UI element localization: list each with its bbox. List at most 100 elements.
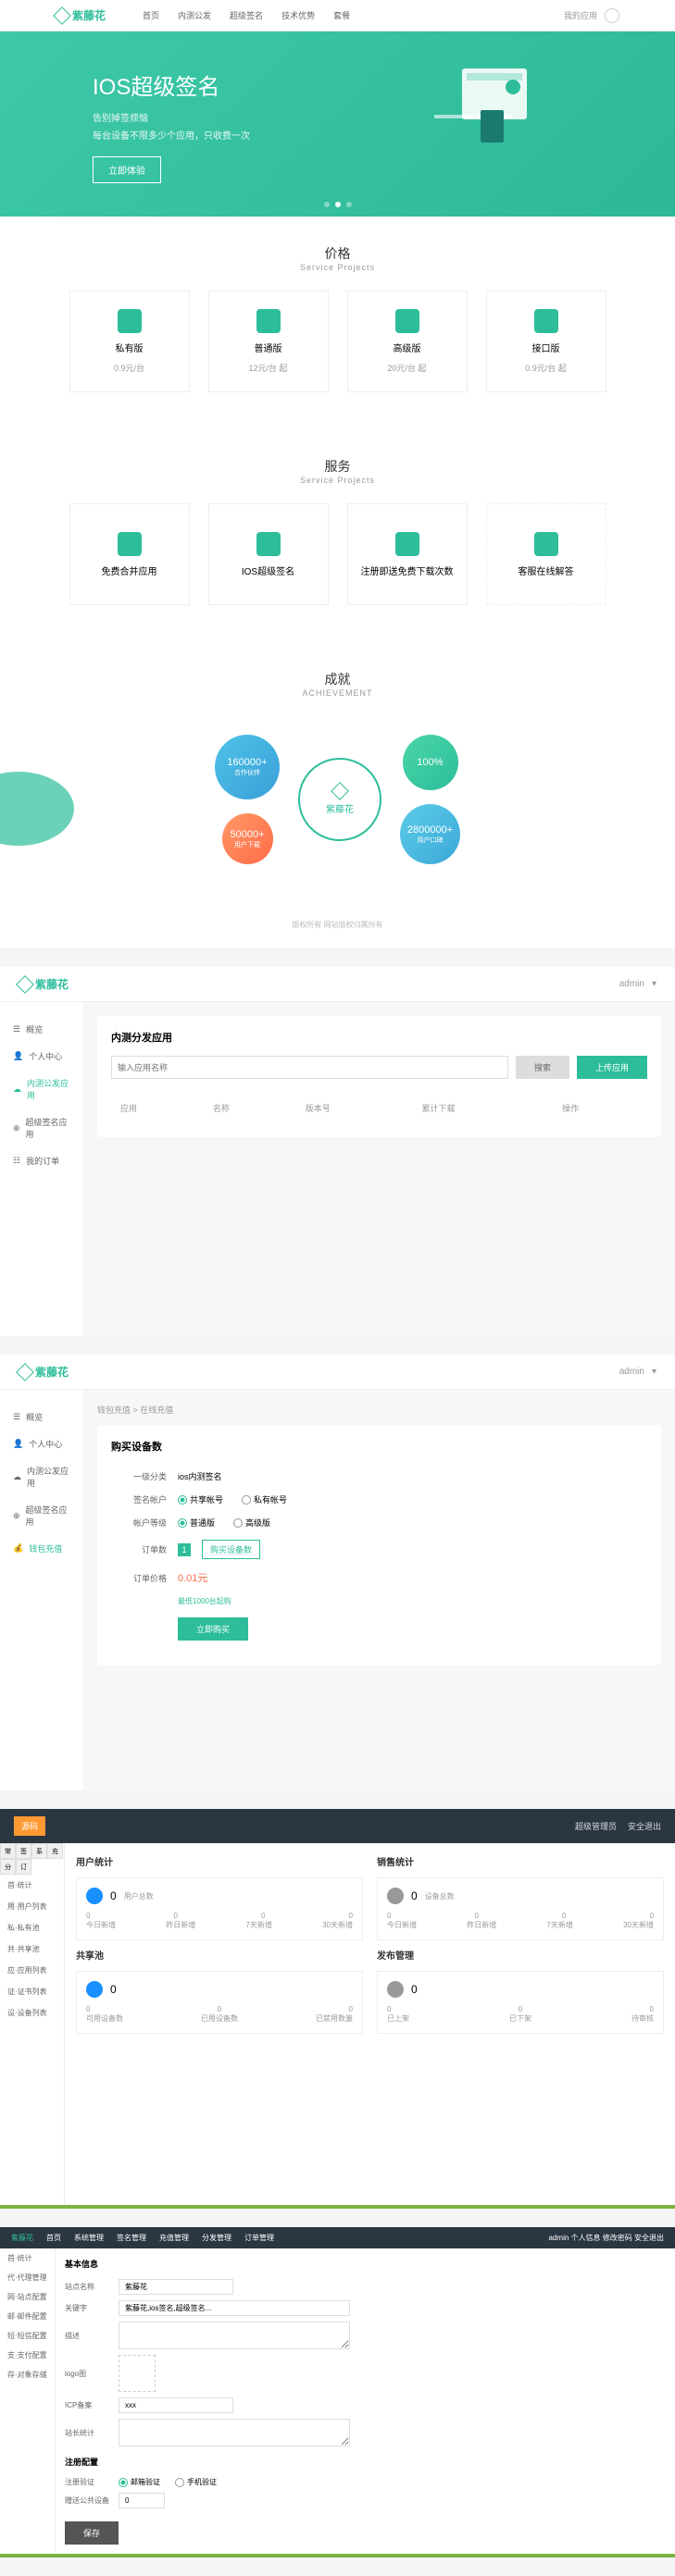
sb-users[interactable]: 用·用户列表 (0, 1896, 64, 1917)
sidebar-supersign[interactable]: ⊕超级签名应用 (0, 1108, 83, 1147)
tab-common[interactable]: 常 (0, 1843, 16, 1859)
achievement-title: 成就 ACHIEVEMENT (0, 642, 675, 716)
device-icon (387, 1888, 404, 1904)
nav-package[interactable]: 套餐 (333, 9, 350, 21)
sb-apps[interactable]: 应·应用列表 (0, 1960, 64, 1981)
desc-input[interactable] (119, 2322, 350, 2349)
tab-sys[interactable]: 系统管理 (74, 2233, 104, 2243)
price-grid: 私有版0.9元/台 普通版12元/台 起 高级版20元/台 起 接口版0.9元/… (0, 291, 675, 429)
search-button[interactable]: 搜索 (516, 1056, 569, 1079)
sb-devices[interactable]: 设·设备列表 (0, 2002, 64, 2024)
buy-button[interactable]: 立即购买 (178, 1617, 248, 1641)
sales-stats-card: 0设备总数 0000 今日新增昨日新增7天新增30天新增 (377, 1877, 664, 1940)
footer: 版权所有 网站版权归属所有 (0, 901, 675, 948)
sb-certs[interactable]: 证·证书列表 (0, 1981, 64, 2002)
config-sidebar: 首·统计 代·代理管理 网·站点配置 邮·邮件配置 短·短信配置 支·支付配置 … (0, 2248, 56, 2554)
sb-shared[interactable]: 共·共享池 (0, 1938, 64, 1960)
nav-sign[interactable]: 超级签名 (230, 9, 263, 21)
tab-dist[interactable]: 分发管理 (202, 2233, 231, 2243)
sidebar-distribute[interactable]: ☁内测公发应用 (0, 1457, 83, 1496)
service-merge[interactable]: 免费合并应用 (69, 503, 190, 605)
sidebar-distribute[interactable]: ☁内测公发应用 (0, 1070, 83, 1108)
sb-mail[interactable]: 邮·邮件配置 (0, 2307, 55, 2326)
sb-pay[interactable]: 支·支付配置 (0, 2346, 55, 2365)
sb-private[interactable]: 私·私有池 (0, 1917, 64, 1938)
save-button[interactable]: 保存 (65, 2521, 119, 2545)
logo[interactable]: 紫藤花 (19, 1364, 69, 1380)
radio-shared[interactable]: 共享帐号 (178, 1493, 223, 1505)
user-icon[interactable] (605, 8, 619, 23)
logo[interactable]: 紫藤花 (56, 7, 106, 23)
sidebar-wallet[interactable]: 💰钱包充值 (0, 1535, 83, 1562)
user-badge[interactable]: admin (619, 1367, 644, 1377)
gift-input[interactable] (119, 2493, 165, 2508)
sb-sms[interactable]: 短·短信配置 (0, 2326, 55, 2346)
radio-email[interactable]: 邮箱验证 (119, 2477, 160, 2487)
admin-sidebar: 常 签 系 充 分 订 首·统计 用·用户列表 私·私有池 共·共享池 应·应用… (0, 1843, 65, 2205)
my-apps-link[interactable]: 我的应用 (564, 9, 597, 21)
sidebar-profile[interactable]: 👤个人中心 (0, 1430, 83, 1457)
publish-card: 0 000 已上架已下架待审核 (377, 1971, 664, 2034)
dot-2[interactable] (335, 202, 341, 207)
tab-order[interactable]: 订 (16, 1859, 31, 1875)
keywords-input[interactable] (119, 2300, 350, 2316)
logo: 紫藤花 (11, 2233, 33, 2243)
price-api[interactable]: 接口版0.9元/台 起 (486, 291, 606, 392)
service-support[interactable]: 客服在线解答 (486, 503, 606, 605)
price-premium[interactable]: 高级版20元/台 起 (347, 291, 468, 392)
radio-premium[interactable]: 高级版 (233, 1517, 270, 1529)
sb-stats[interactable]: 首·统计 (0, 2248, 55, 2268)
search-input[interactable] (111, 1056, 508, 1079)
sidebar-tabs: 常 签 系 充 分 订 (0, 1843, 64, 1875)
sidebar-profile[interactable]: 👤个人中心 (0, 1043, 83, 1070)
nav-home[interactable]: 首页 (143, 9, 159, 21)
service-grid: 免费合并应用 IOS超级签名 注册即送免费下载次数 客服在线解答 (0, 503, 675, 642)
radio-private[interactable]: 私有帐号 (242, 1493, 287, 1505)
dot-1[interactable] (324, 202, 330, 207)
site-name-input[interactable] (119, 2279, 233, 2295)
icp-input[interactable] (119, 2397, 233, 2413)
nav-distribute[interactable]: 内测公发 (178, 9, 211, 21)
dot-3[interactable] (346, 202, 352, 207)
tab-dist[interactable]: 分 (0, 1859, 16, 1875)
tab-sys[interactable]: 系 (31, 1843, 47, 1859)
qty-tag[interactable]: 购买设备数 (202, 1540, 260, 1559)
upload-button[interactable]: 上传应用 (577, 1056, 647, 1079)
user-badge[interactable]: admin (619, 979, 644, 989)
config-header: 紫藤花 首页 系统管理 签名管理 充值管理 分发管理 订单管理 admin 个人… (0, 2227, 675, 2248)
logo-upload[interactable] (119, 2355, 156, 2392)
tab-home[interactable]: 首页 (46, 2233, 61, 2243)
nav-tech[interactable]: 技术优势 (281, 9, 315, 21)
sidebar-overview[interactable]: ☰概览 (0, 1016, 83, 1043)
hero-cta-button[interactable]: 立即体验 (93, 156, 161, 183)
stats-input[interactable] (119, 2419, 350, 2446)
achievement-circles: 160000+合作伙伴 50000+用户下载 紫藤花 100% 2800000+… (0, 716, 675, 901)
sb-stats[interactable]: 首·统计 (0, 1875, 64, 1896)
apps-table: 应用 名称 版本号 累计下载 操作 (111, 1093, 647, 1123)
dropdown-icon[interactable]: ▾ (652, 979, 656, 989)
tab-sign[interactable]: 签名管理 (117, 2233, 146, 2243)
service-free[interactable]: 注册即送免费下载次数 (347, 503, 468, 605)
tab-charge[interactable]: 充 (47, 1843, 63, 1859)
price-normal[interactable]: 普通版12元/台 起 (208, 291, 329, 392)
price-private[interactable]: 私有版0.9元/台 (69, 291, 190, 392)
sb-site[interactable]: 网·站点配置 (0, 2287, 55, 2307)
radio-phone[interactable]: 手机验证 (175, 2477, 217, 2487)
shared-pool-card: 0 000 可用设备数已用设备数已禁用数量 (76, 1971, 363, 2034)
logout-link[interactable]: 安全退出 (628, 1820, 661, 1832)
sidebar: ☰概览 👤个人中心 ☁内测公发应用 ⊕超级签名应用 💰钱包充值 (0, 1390, 83, 1790)
headset-icon (534, 532, 558, 556)
tab-order[interactable]: 订单管理 (244, 2233, 274, 2243)
user-info[interactable]: admin 个人信息 修改密码 安全退出 (549, 2233, 664, 2243)
service-sign[interactable]: IOS超级签名 (208, 503, 329, 605)
sidebar-orders[interactable]: ☷我的订单 (0, 1147, 83, 1174)
dropdown-icon[interactable]: ▾ (652, 1367, 656, 1377)
radio-normal[interactable]: 普通版 (178, 1517, 215, 1529)
sidebar-supersign[interactable]: ⊕超级签名应用 (0, 1496, 83, 1535)
logo[interactable]: 紫藤花 (19, 976, 69, 992)
sb-agent[interactable]: 代·代理管理 (0, 2268, 55, 2287)
tab-sign[interactable]: 签 (16, 1843, 31, 1859)
sb-storage[interactable]: 存·对象存储 (0, 2365, 55, 2384)
tab-charge[interactable]: 充值管理 (159, 2233, 189, 2243)
sidebar-overview[interactable]: ☰概览 (0, 1404, 83, 1430)
